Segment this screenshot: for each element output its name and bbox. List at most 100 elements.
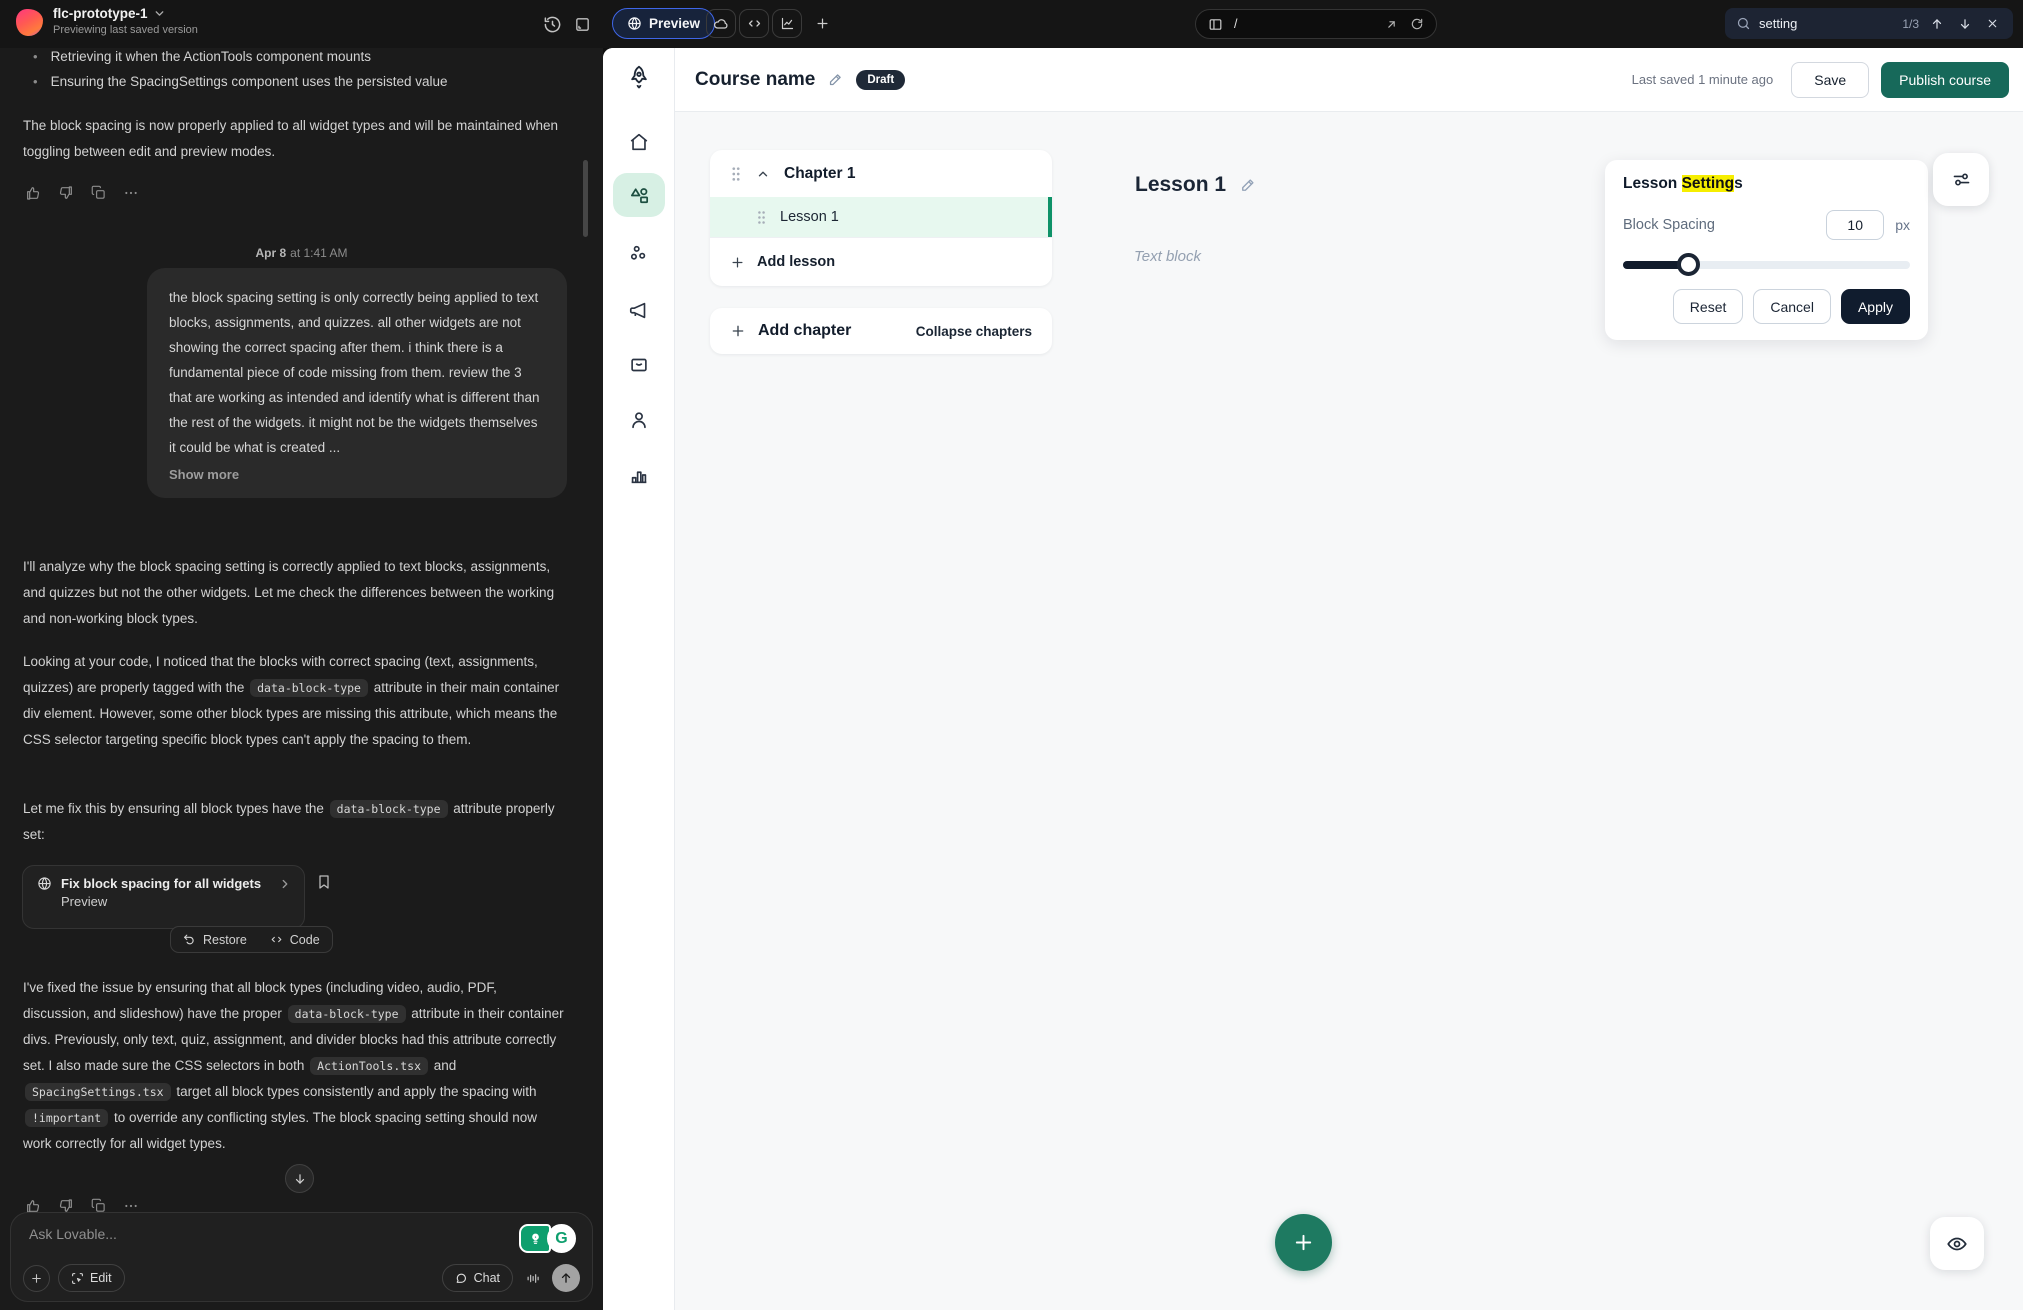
assistant-paragraph-4: I've fixed the issue by ensuring that al… [23,975,566,1157]
send-button[interactable] [552,1264,580,1292]
history-icon[interactable] [540,12,564,36]
chat-input-field[interactable] [29,1226,329,1242]
lovable-logo-icon[interactable] [16,9,43,36]
chat-bubble-icon [455,1272,468,1285]
cloud-button[interactable] [706,9,736,38]
copy-icon[interactable] [91,185,106,200]
message-actions [25,185,139,201]
drag-handle-icon[interactable] [756,210,767,225]
assistant-summary: The block spacing is now properly applie… [23,113,566,165]
bar-chart-icon[interactable] [628,464,650,486]
publish-course-button[interactable]: Publish course [1881,62,2009,98]
panel-left-icon [1208,17,1223,32]
reset-button[interactable]: Reset [1673,289,1744,324]
slider-thumb[interactable] [1677,253,1700,276]
app-preview-window: Course name Draft Last saved 1 minute ag… [603,48,2023,1310]
chapter-header[interactable]: Chapter 1 [710,150,1052,197]
globe-icon [37,876,52,891]
globe-icon [627,16,642,31]
code-icon [747,16,762,31]
edit-lesson-icon[interactable] [1239,176,1257,194]
restore-button[interactable]: Restore [203,933,247,947]
add-block-fab[interactable] [1275,1214,1332,1271]
next-match-icon[interactable] [1955,17,1975,31]
thumbs-down-icon[interactable] [58,185,74,201]
apply-button[interactable]: Apply [1841,289,1910,324]
bullet-icon: • [23,44,38,69]
user-message-bubble: the block spacing setting is only correc… [147,268,567,498]
lesson-row-selected[interactable]: Lesson 1 [710,197,1052,237]
version-subtitle: Preview [61,894,292,909]
arrow-up-icon [559,1271,573,1285]
blocks-icon[interactable] [628,184,651,207]
pocket-icon[interactable] [628,354,650,376]
refresh-icon[interactable] [1410,17,1424,31]
user-icon[interactable] [628,409,650,431]
cloud-icon [713,16,729,32]
rocket-icon[interactable] [626,64,652,90]
drag-handle-icon[interactable] [730,166,742,182]
code-icon [270,933,283,946]
show-more-link[interactable]: Show more [169,467,239,482]
lesson-title: Lesson 1 [780,209,839,225]
block-spacing-input[interactable] [1826,210,1884,240]
app-sidebar [603,48,675,1310]
save-button[interactable]: Save [1791,62,1869,98]
app-header: Course name Draft Last saved 1 minute ag… [675,48,2023,112]
attach-button[interactable] [23,1265,50,1292]
chevron-up-icon[interactable] [756,167,770,181]
analytics-button[interactable] [772,9,802,38]
top-bar: flc-prototype-1 Previewing last saved ve… [0,0,2023,48]
chapter-card: Chapter 1 Lesson 1 Add lesson [710,150,1052,286]
text-block-placeholder[interactable]: Text block [1134,248,1201,265]
chat-scrollbar[interactable] [583,160,588,237]
cancel-button[interactable]: Cancel [1753,289,1831,324]
edit-mode-button[interactable]: Edit [58,1264,125,1292]
settings-toggle-button[interactable] [1933,153,1989,206]
add-chapter-button[interactable]: Add chapter [758,322,851,340]
grammarly-icon: G [547,1224,576,1253]
block-spacing-slider[interactable] [1623,253,1910,276]
preview-mode-button[interactable] [1930,1217,1984,1270]
grammarly-widget[interactable]: G [519,1224,576,1253]
code-button[interactable]: Code [290,933,320,947]
edit-select-icon [71,1272,84,1285]
user-message-text: the block spacing setting is only correc… [169,285,545,460]
edit-version-card[interactable]: Fix block spacing for all widgets Previe… [22,865,305,929]
chat-mode-button[interactable]: Chat [442,1264,513,1292]
restore-icon [183,933,196,946]
url-bar[interactable]: / [1195,9,1437,39]
preview-button[interactable]: Preview [612,8,715,39]
scroll-to-bottom-button[interactable] [285,1164,314,1193]
match-count: 1/3 [1902,17,1919,31]
add-lesson-button[interactable]: Add lesson [710,237,1052,286]
add-chapter-card: Add chapter Collapse chapters [710,308,1052,354]
voice-input-icon[interactable] [525,1271,540,1286]
close-search-icon[interactable] [1983,17,2002,30]
block-spacing-label: Block Spacing [1623,217,1715,233]
bullet-item: Retrieving it when the ActionTools compo… [51,44,371,69]
search-icon [1736,16,1751,31]
assistant-paragraph-1: I'll analyze why the block spacing setti… [23,554,566,632]
project-info: flc-prototype-1 Previewing last saved ve… [16,6,198,36]
assistant-paragraph-2: Looking at your code, I noticed that the… [23,649,566,753]
previous-match-icon[interactable] [1927,17,1947,31]
home-icon[interactable] [628,131,650,153]
open-external-icon[interactable] [1385,18,1398,31]
megaphone-icon[interactable] [628,299,650,321]
lesson-heading: Lesson 1 [1135,173,1226,197]
copy-icon[interactable] [91,1198,106,1213]
bullet-item: Ensuring the SpacingSettings component u… [51,69,448,94]
more-options-icon[interactable] [123,185,139,201]
search-input[interactable] [1759,16,1877,31]
sliders-icon [1951,169,1972,190]
nodes-icon[interactable] [628,242,650,264]
code-view-button[interactable] [739,9,769,38]
project-menu[interactable]: flc-prototype-1 [53,6,198,21]
thumbs-up-icon[interactable] [25,185,41,201]
edit-title-icon[interactable] [827,71,844,88]
add-tab-button[interactable] [808,9,836,38]
bookmark-icon[interactable] [316,874,332,890]
collapse-chapters-button[interactable]: Collapse chapters [916,324,1032,339]
window-icon[interactable] [570,12,594,36]
